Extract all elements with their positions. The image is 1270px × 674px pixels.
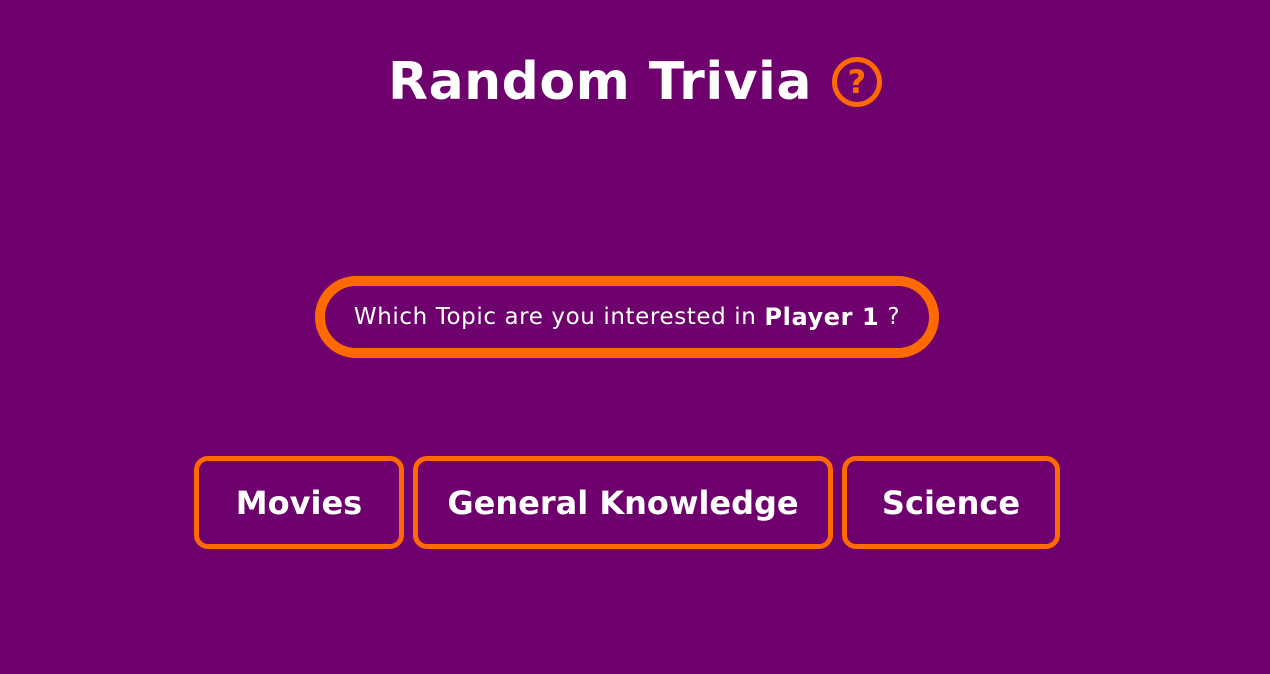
topic-button-science[interactable]: Science (842, 456, 1060, 549)
topic-button-general-knowledge[interactable]: General Knowledge (413, 456, 833, 549)
prompt-question-mark: ? (887, 304, 901, 330)
help-question-icon[interactable]: ? (831, 57, 882, 107)
header: Random Trivia ? (0, 56, 1270, 108)
player-prompt: Which Topic are you interested in Player… (315, 276, 939, 358)
player-name: Player 1 (764, 303, 880, 331)
prompt-text: Which Topic are you interested in (353, 304, 757, 330)
page-title: Random Trivia (388, 52, 812, 112)
topic-button-movies[interactable]: Movies (194, 456, 404, 549)
